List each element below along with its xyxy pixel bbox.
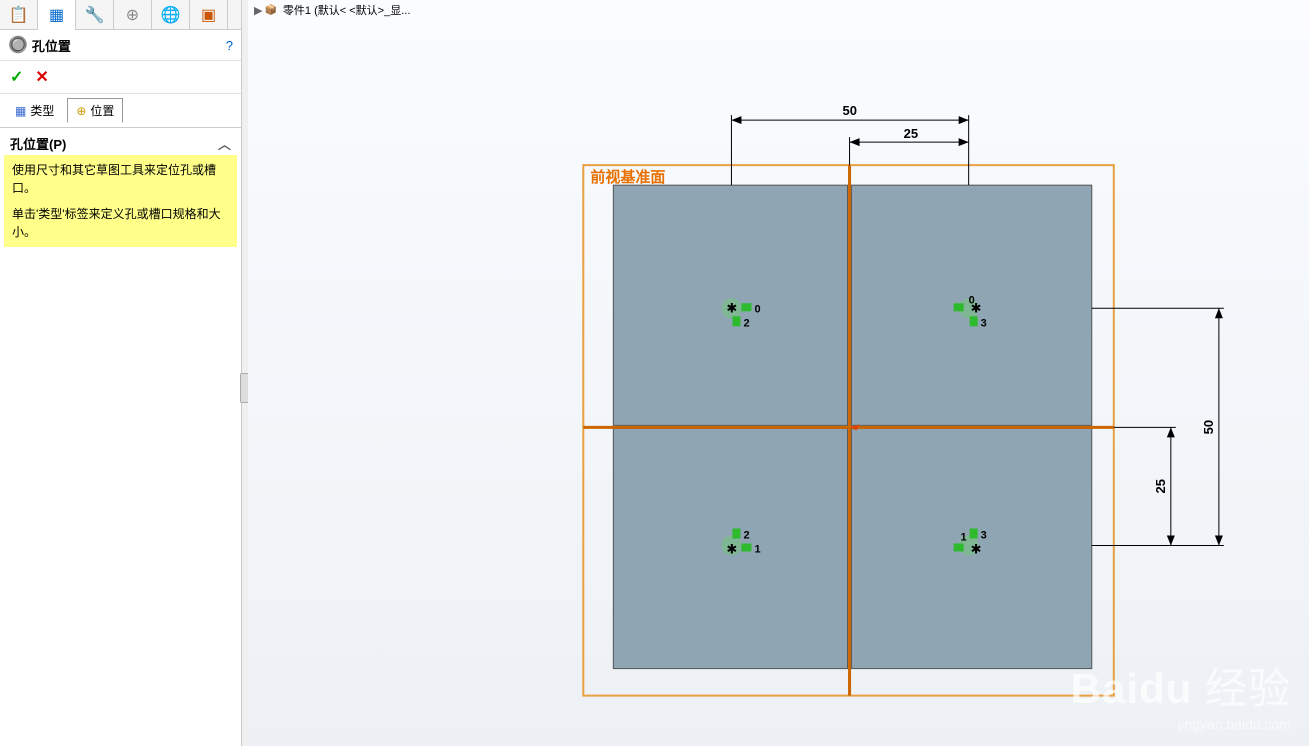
dimension-25-vertical[interactable]: 25 — [1114, 427, 1176, 545]
info-line-2: 单击'类型'标签来定义孔或槽口规格和大小。 — [12, 205, 229, 241]
feature-header: 🔘 孔位置 ? — [0, 30, 241, 61]
svg-text:0: 0 — [754, 303, 760, 315]
svg-text:2: 2 — [743, 317, 749, 329]
svg-text:3: 3 — [981, 529, 987, 541]
hole-icon: 🔘 — [8, 35, 28, 55]
svg-text:1: 1 — [961, 531, 967, 543]
svg-text:✱: ✱ — [726, 541, 737, 556]
svg-text:1: 1 — [754, 543, 760, 555]
dim-25h-text: 25 — [904, 126, 918, 141]
feature-title: 孔位置 — [32, 36, 226, 55]
sub-tabs: ▦ 类型 ⊕ 位置 — [0, 94, 241, 128]
cancel-button[interactable]: ✕ — [35, 67, 48, 87]
svg-text:2: 2 — [743, 529, 749, 541]
watermark-url: jingyan.baidu.com — [1071, 716, 1291, 732]
plane-label: 前视基准面 — [590, 168, 665, 186]
extra-tab[interactable]: ▣ — [190, 0, 228, 30]
property-manager-panel: 📋 ▦ 🔧 ⊕ 🌐 ▣ 🔘 孔位置 ? ✓ ✕ ▦ 类型 ⊕ 位置 孔位置(P)… — [0, 0, 242, 746]
position-icon: ⊕ — [76, 104, 86, 118]
collapse-icon[interactable]: ︿ — [218, 134, 231, 153]
confirm-row: ✓ ✕ — [0, 61, 241, 94]
type-label: 类型 — [30, 102, 54, 119]
manager-tabs: 📋 ▦ 🔧 ⊕ 🌐 ▣ — [0, 0, 241, 30]
dim-50v-text: 50 — [1201, 420, 1216, 434]
graphics-viewport[interactable]: ▶ 📦 零件1 (默认< <默认>_显... 前视基准面 50 — [248, 0, 1309, 746]
dimension-25-horizontal[interactable]: 25 — [850, 126, 969, 165]
tree-expand-icon[interactable]: ▶ — [254, 4, 262, 17]
section-title: 孔位置(P) — [10, 134, 66, 153]
watermark-brand: Baidu — [1071, 665, 1193, 712]
property-manager-tab[interactable]: ▦ — [38, 0, 76, 30]
section-header[interactable]: 孔位置(P) ︿ — [0, 128, 241, 155]
info-line-1: 使用尺寸和其它草图工具来定位孔或槽口。 — [12, 161, 229, 197]
feature-tree-tab[interactable]: 📋 — [0, 0, 38, 30]
watermark-suffix: 经验 — [1205, 665, 1291, 712]
tab-type[interactable]: ▦ 类型 — [6, 98, 63, 123]
info-box: 使用尺寸和其它草图工具来定位孔或槽口。 单击'类型'标签来定义孔或槽口规格和大小… — [4, 155, 237, 247]
ok-button[interactable]: ✓ — [10, 67, 23, 87]
display-manager-tab[interactable]: 🌐 — [152, 0, 190, 30]
dimxpert-tab[interactable]: ⊕ — [114, 0, 152, 30]
svg-text:3: 3 — [981, 317, 987, 329]
config-manager-tab[interactable]: 🔧 — [76, 0, 114, 30]
dim-50-text: 50 — [843, 103, 857, 118]
drawing-svg[interactable]: 前视基准面 50 25 — [248, 20, 1309, 747]
type-icon: ▦ — [15, 104, 26, 118]
dim-25v-text: 25 — [1153, 479, 1168, 493]
position-label: 位置 — [90, 102, 114, 119]
svg-text:✱: ✱ — [726, 300, 737, 315]
flyout-tree: ▶ 📦 零件1 (默认< <默认>_显... — [248, 0, 1309, 20]
tab-position[interactable]: ⊕ 位置 — [67, 98, 123, 123]
part-icon: 📦 — [264, 5, 276, 16]
svg-text:✱: ✱ — [971, 541, 982, 556]
watermark: Baidu 经验 jingyan.baidu.com — [1071, 655, 1291, 732]
help-button[interactable]: ? — [226, 38, 233, 53]
part-tab[interactable]: 零件1 (默认< <默认>_显... — [277, 1, 416, 19]
svg-text:0: 0 — [969, 294, 975, 306]
